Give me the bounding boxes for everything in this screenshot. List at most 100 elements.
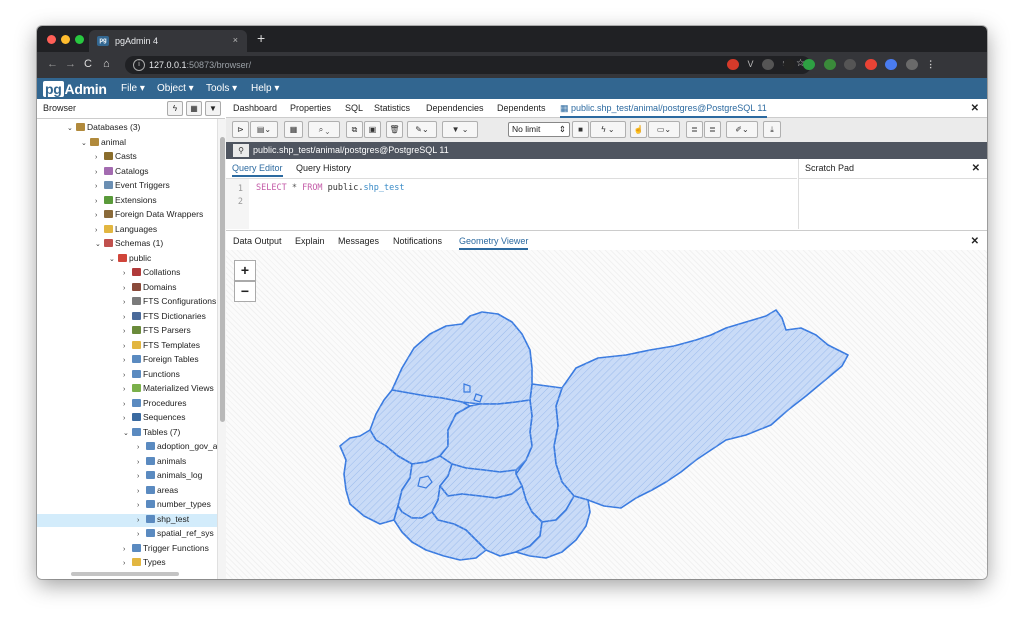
tree-node-adoption-gov-a[interactable]: › adoption_gov_a <box>137 441 217 454</box>
menu-object[interactable]: Object ▾ <box>157 83 194 94</box>
tree-node-animal[interactable]: ⌄ animal <box>81 137 126 150</box>
chevron-right-icon[interactable]: › <box>123 285 132 292</box>
adblock-extension-icon[interactable] <box>727 59 739 71</box>
back-arrow-icon[interactable]: ← <box>47 58 58 70</box>
explain-analyze-icon[interactable]: ▭⌄ <box>648 121 680 138</box>
row-limit-select[interactable]: No limit ⇕ <box>508 122 570 137</box>
chevron-right-icon[interactable]: › <box>95 198 104 205</box>
chevron-right-icon[interactable]: › <box>123 328 132 335</box>
forward-arrow-icon[interactable]: → <box>65 58 76 70</box>
scrollbar-thumb[interactable] <box>220 137 225 422</box>
chevron-right-icon[interactable]: › <box>123 299 132 306</box>
tree-node-foreign-data-wrappers[interactable]: › Foreign Data Wrappers <box>95 209 203 222</box>
scratch-pad[interactable]: Scratch Pad ✕ <box>798 159 987 229</box>
tree-node-fts-templates[interactable]: › FTS Templates <box>123 340 200 353</box>
tab-dashboard[interactable]: Dashboard <box>233 103 277 113</box>
chevron-down-icon[interactable]: ⌄ <box>95 240 104 248</box>
chevron-right-icon[interactable]: › <box>137 459 146 466</box>
tab-dependents[interactable]: Dependents <box>497 103 546 113</box>
execute-icon[interactable]: ϟ ⌄ <box>590 121 626 138</box>
color-extension-icon[interactable] <box>864 59 877 71</box>
chevron-right-icon[interactable]: › <box>95 183 104 190</box>
clear-icon[interactable]: ✐⌄ <box>726 121 758 138</box>
tab-notifications[interactable]: Notifications <box>393 236 442 246</box>
tree-node-shp-test[interactable]: › shp_test <box>37 513 217 527</box>
chevron-right-icon[interactable]: › <box>123 401 132 408</box>
paste-icon[interactable]: ▣ <box>364 121 381 138</box>
menu-tools[interactable]: Tools ▾ <box>206 83 237 94</box>
reload-icon[interactable]: C <box>84 58 92 70</box>
geometry-viewer-map[interactable]: + − <box>226 250 987 579</box>
chrome-menu-icon[interactable]: ⋮ <box>926 59 935 69</box>
tree-node-collations[interactable]: › Collations <box>123 267 180 280</box>
chevron-right-icon[interactable]: › <box>95 227 104 234</box>
browser-tab[interactable]: pg pgAdmin 4 × <box>89 30 247 52</box>
filter-icon[interactable]: ▼ <box>205 101 221 116</box>
tree-node-procedures[interactable]: › Procedures <box>123 398 186 411</box>
new-tab-button[interactable]: + <box>257 30 265 46</box>
tree-node-fts-dictionaries[interactable]: › FTS Dictionaries <box>123 311 206 324</box>
tree-node-event-triggers[interactable]: › Event Triggers <box>95 180 170 193</box>
tab-query-editor[interactable]: Query Editor <box>232 163 283 177</box>
extension-icon[interactable] <box>782 59 795 71</box>
download-csv-icon[interactable]: ⤓ <box>763 121 781 138</box>
tree-node-domains[interactable]: › Domains <box>123 282 177 295</box>
tab-sql[interactable]: SQL <box>345 103 363 113</box>
extension-green-icon[interactable] <box>823 59 836 71</box>
tab-geometry-viewer[interactable]: Geometry Viewer <box>459 236 529 250</box>
vue-extension-icon[interactable]: V <box>748 59 754 70</box>
tree-node-catalogs[interactable]: › Catalogs <box>95 166 149 179</box>
chevron-right-icon[interactable]: › <box>137 488 146 495</box>
address-bar[interactable]: i 127.0.0.1:50873/browser/ ▭ ⧉ ☆ <box>125 56 811 74</box>
home-icon[interactable]: ⌂ <box>103 58 110 70</box>
delete-icon[interactable]: 🗑 <box>386 121 403 138</box>
layers-extension-icon[interactable] <box>885 59 898 71</box>
tree-node-number-types[interactable]: › number_types <box>137 499 211 512</box>
chevron-right-icon[interactable]: › <box>95 154 104 161</box>
explain-icon[interactable]: ☝ <box>630 121 647 138</box>
tab-query-tool[interactable]: ▦ public.shp_test/animal/postgres@Postgr… <box>560 103 767 118</box>
chevron-down-icon[interactable]: ⌄ <box>123 429 132 437</box>
filter-dropdown-icon[interactable]: ▼ ⌄ <box>442 121 478 138</box>
tree-node-extensions[interactable]: › Extensions <box>95 195 157 208</box>
tree-node-fts-configurations[interactable]: › FTS Configurations <box>123 296 216 309</box>
tree-node-sequences[interactable]: › Sequences <box>123 412 186 425</box>
stop-icon[interactable]: ■ <box>572 121 589 138</box>
chevron-right-icon[interactable]: › <box>123 372 132 379</box>
close-panel-icon[interactable]: ✕ <box>971 103 979 114</box>
tree-node-spatial-ref-sys[interactable]: › spatial_ref_sys <box>137 528 214 541</box>
chevron-right-icon[interactable]: › <box>123 560 132 567</box>
save-file-icon[interactable]: ▤⌄ <box>250 121 278 138</box>
tree-node-public[interactable]: ⌄ public <box>109 253 151 266</box>
tree-node-casts[interactable]: › Casts <box>95 151 137 164</box>
chevron-right-icon[interactable]: › <box>137 444 146 451</box>
tree-node-animals[interactable]: › animals <box>137 456 186 469</box>
chevron-right-icon[interactable]: › <box>137 473 146 480</box>
chevron-right-icon[interactable]: › <box>123 314 132 321</box>
evernote-extension-icon[interactable] <box>803 59 816 71</box>
tab-query-history[interactable]: Query History <box>296 163 351 173</box>
chevron-right-icon[interactable]: › <box>123 546 132 553</box>
chevron-right-icon[interactable]: › <box>123 343 132 350</box>
tree-node-databases-3[interactable]: ⌄ Databases (3) <box>67 122 140 135</box>
tree-node-schemas-1[interactable]: ⌄ Schemas (1) <box>95 238 163 251</box>
close-tab-icon[interactable]: × <box>233 35 238 45</box>
chevron-right-icon[interactable]: › <box>137 531 146 538</box>
tab-statistics[interactable]: Statistics <box>374 103 410 113</box>
chevron-down-icon[interactable]: ⌄ <box>81 139 90 147</box>
chevron-right-icon[interactable]: › <box>137 502 146 509</box>
chevron-down-icon[interactable]: ⌄ <box>109 255 118 263</box>
connection-status-icon[interactable]: ⚲ <box>233 144 249 157</box>
tree-node-foreign-tables[interactable]: › Foreign Tables <box>123 354 199 367</box>
query-tool-icon[interactable]: ϟ <box>167 101 183 116</box>
find-icon[interactable]: ⌕ ⌄ <box>308 121 340 138</box>
open-file-icon[interactable]: ⊳ <box>232 121 249 138</box>
close-window-icon[interactable] <box>47 35 56 44</box>
tree-node-animals-log[interactable]: › animals_log <box>137 470 202 483</box>
chevron-down-icon[interactable]: ⌄ <box>67 124 76 132</box>
tree-node-types[interactable]: › Types <box>123 557 166 570</box>
tree-node-tables-7[interactable]: ⌄ Tables (7) <box>123 427 180 440</box>
chevron-right-icon[interactable]: › <box>123 415 132 422</box>
edit-icon[interactable]: ✎⌄ <box>407 121 437 138</box>
close-output-icon[interactable]: ✕ <box>971 236 979 247</box>
